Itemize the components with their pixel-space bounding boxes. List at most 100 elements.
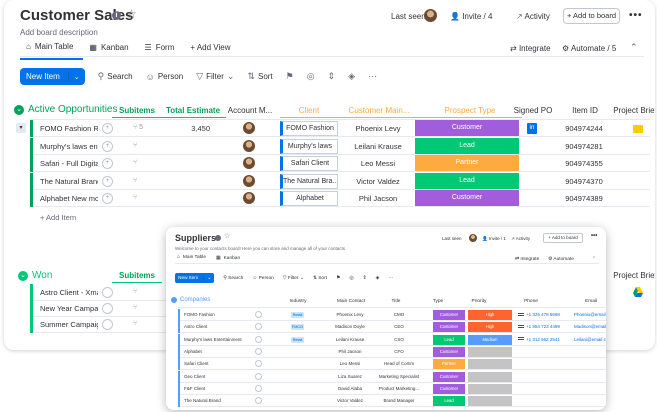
subitems-cell[interactable]: ⑂ (133, 177, 137, 184)
client-cell[interactable]: Alphabet (280, 191, 338, 206)
priority-status[interactable] (468, 359, 512, 370)
chevron-down-icon[interactable]: ⌄ (203, 275, 214, 281)
table-row[interactable]: Summer Campaign ⑂ (30, 316, 170, 333)
client-cell[interactable]: FOMO Fashion (280, 121, 338, 136)
type-status[interactable]: Customer (433, 322, 465, 333)
activity-button[interactable]: ↗ Activity (516, 12, 550, 21)
add-update-icon[interactable] (255, 347, 262, 355)
star-icon[interactable]: ☆ (224, 232, 230, 240)
company-name[interactable]: F&F Client (184, 386, 250, 391)
chevron-down-icon[interactable]: ⌄ (18, 270, 28, 281)
company-name[interactable]: Murphy's laws Entertainment (184, 337, 250, 342)
add-update-icon[interactable]: + (102, 158, 113, 169)
add-update-icon[interactable]: + (102, 175, 113, 187)
table-row[interactable]: Safari Client Leo Messi Head of Comm Partne… (178, 358, 606, 371)
main-contact-cell[interactable]: Phil Jacson (326, 349, 374, 354)
main-contact-cell[interactable]: Liza Suarez (326, 374, 374, 379)
customer-main-contact-cell[interactable]: Victor Valdez (352, 177, 404, 186)
prospect-type-status[interactable]: Lead (415, 137, 519, 154)
color-icon[interactable]: ◈ (348, 71, 355, 82)
last-seen-label[interactable]: Last seen (391, 12, 426, 21)
column-project-brief-won[interactable]: Project Brief (610, 271, 655, 280)
prospect-type-status[interactable]: Lead (415, 172, 519, 189)
type-status[interactable]: Customer (433, 346, 465, 357)
tab-main-table[interactable]: ⌂ Main Table (20, 41, 84, 60)
add-update-icon[interactable] (102, 319, 113, 330)
avatar[interactable] (424, 9, 437, 22)
type-status[interactable]: Customer (433, 310, 465, 320)
priority-status[interactable]: High (468, 310, 512, 320)
more-options-icon[interactable]: ••• (629, 10, 643, 21)
priority-status[interactable] (468, 346, 512, 357)
tab-add-view[interactable]: + Add View (184, 41, 240, 60)
subitems-cell[interactable]: ⑂ (133, 194, 137, 201)
main-contact-cell[interactable]: Madison Doyle (326, 324, 374, 329)
search-button[interactable]: ⚲ Search (98, 71, 133, 82)
pin-icon[interactable]: ⚑ (336, 276, 340, 281)
person-filter-button[interactable]: ☺ Person (252, 276, 273, 281)
customer-main-contact-cell[interactable]: Phil Jacson (352, 194, 404, 203)
add-update-icon[interactable]: + (102, 140, 113, 152)
filter-button[interactable]: ▽ Filter ⌄ (196, 71, 234, 82)
type-status[interactable]: Lead (433, 396, 465, 407)
add-update-icon[interactable] (255, 311, 262, 318)
hide-icon[interactable]: ◎ (349, 276, 353, 281)
avatar[interactable] (243, 157, 255, 169)
search-button[interactable]: ⚲ Search (223, 276, 243, 281)
main-contact-cell[interactable]: Victor Valdez (326, 398, 374, 403)
company-name[interactable]: Astro Client (184, 324, 250, 329)
subitems-cell[interactable]: ⑂ (133, 159, 137, 166)
title-cell[interactable]: CEO (374, 324, 424, 329)
column-industry[interactable]: Industry (281, 299, 315, 304)
add-to-board-button[interactable]: + Add to board (543, 233, 583, 243)
collapse-icon[interactable]: ⌃ (630, 42, 638, 53)
table-row[interactable]: Astro Client FMCG Madison Doyle CEO Customer… (178, 321, 606, 334)
email-cell[interactable]: Leilani@email.com (574, 337, 606, 342)
chevron-down-icon[interactable] (171, 297, 177, 303)
priority-status[interactable] (468, 396, 512, 407)
add-update-icon[interactable] (255, 397, 262, 405)
title-cell[interactable]: CSO (374, 337, 424, 342)
prospect-type-status[interactable]: Customer (415, 190, 519, 206)
type-status[interactable]: Partner (433, 359, 465, 370)
prospect-type-status[interactable]: Partner (415, 155, 519, 171)
phone-cell[interactable]: +1 325 478 5698 (518, 312, 570, 317)
add-update-icon[interactable] (255, 372, 262, 380)
avatar[interactable] (243, 192, 255, 204)
avatar[interactable] (243, 122, 255, 134)
title-cell[interactable]: Product Marketing... (374, 386, 424, 391)
industry-tag[interactable]: FMCG (291, 324, 304, 331)
column-main-contact[interactable]: Main Contact (326, 299, 376, 304)
customer-main-contact-cell[interactable]: Leilani Krause (352, 142, 404, 151)
client-cell[interactable]: The Natural Bra... (280, 173, 338, 189)
tab-kanban[interactable]: ▦ Kanban (83, 41, 138, 60)
table-row[interactable]: Alphabet Phil Jacson CFO Customer (178, 345, 606, 358)
table-row[interactable]: FOMO Fashion Retail Phoenix Levy CMO Custome… (178, 309, 606, 321)
column-client[interactable]: Client (280, 106, 338, 115)
column-customer-main[interactable]: Customer Main... (342, 106, 416, 115)
row-height-icon[interactable]: ⇕ (363, 276, 367, 281)
industry-tag[interactable]: Retail (291, 336, 304, 343)
add-update-icon[interactable] (102, 287, 113, 298)
column-type[interactable]: Type (428, 299, 448, 304)
table-row[interactable]: Murphy's laws ent... + ⑂ Murphy's laws Leil… (30, 137, 650, 155)
main-contact-cell[interactable]: Leo Messi (326, 361, 374, 366)
group-title-won[interactable]: ⌄ Won (18, 270, 52, 281)
company-name[interactable]: Geo Client (184, 374, 250, 379)
new-item-button[interactable]: New Item ⌄ (175, 273, 215, 283)
title-cell[interactable]: CFO (374, 349, 424, 354)
suppliers-description[interactable]: Welcome to your contacts board! Here you… (175, 246, 345, 251)
column-subitems[interactable]: Subitems (112, 106, 162, 115)
column-priority[interactable]: Priority (461, 299, 497, 304)
priority-status[interactable]: High (468, 322, 512, 333)
subitems-icon[interactable]: ⑂ (133, 320, 137, 327)
company-name[interactable]: Alphabet (184, 349, 250, 354)
add-update-icon[interactable] (255, 335, 262, 343)
table-row[interactable]: F&F Client David Alaba Product Marketing..… (178, 382, 606, 395)
integrate-button[interactable]: ⇄ Integrate (515, 257, 539, 262)
folder-icon[interactable] (633, 125, 643, 133)
invite-button[interactable]: 👤 Invite / 4 (450, 12, 492, 21)
email-cell[interactable]: Madison@email.com (574, 324, 606, 329)
company-name[interactable]: The Natural Brand (184, 398, 250, 403)
company-name[interactable]: FOMO Fashion (184, 312, 250, 317)
